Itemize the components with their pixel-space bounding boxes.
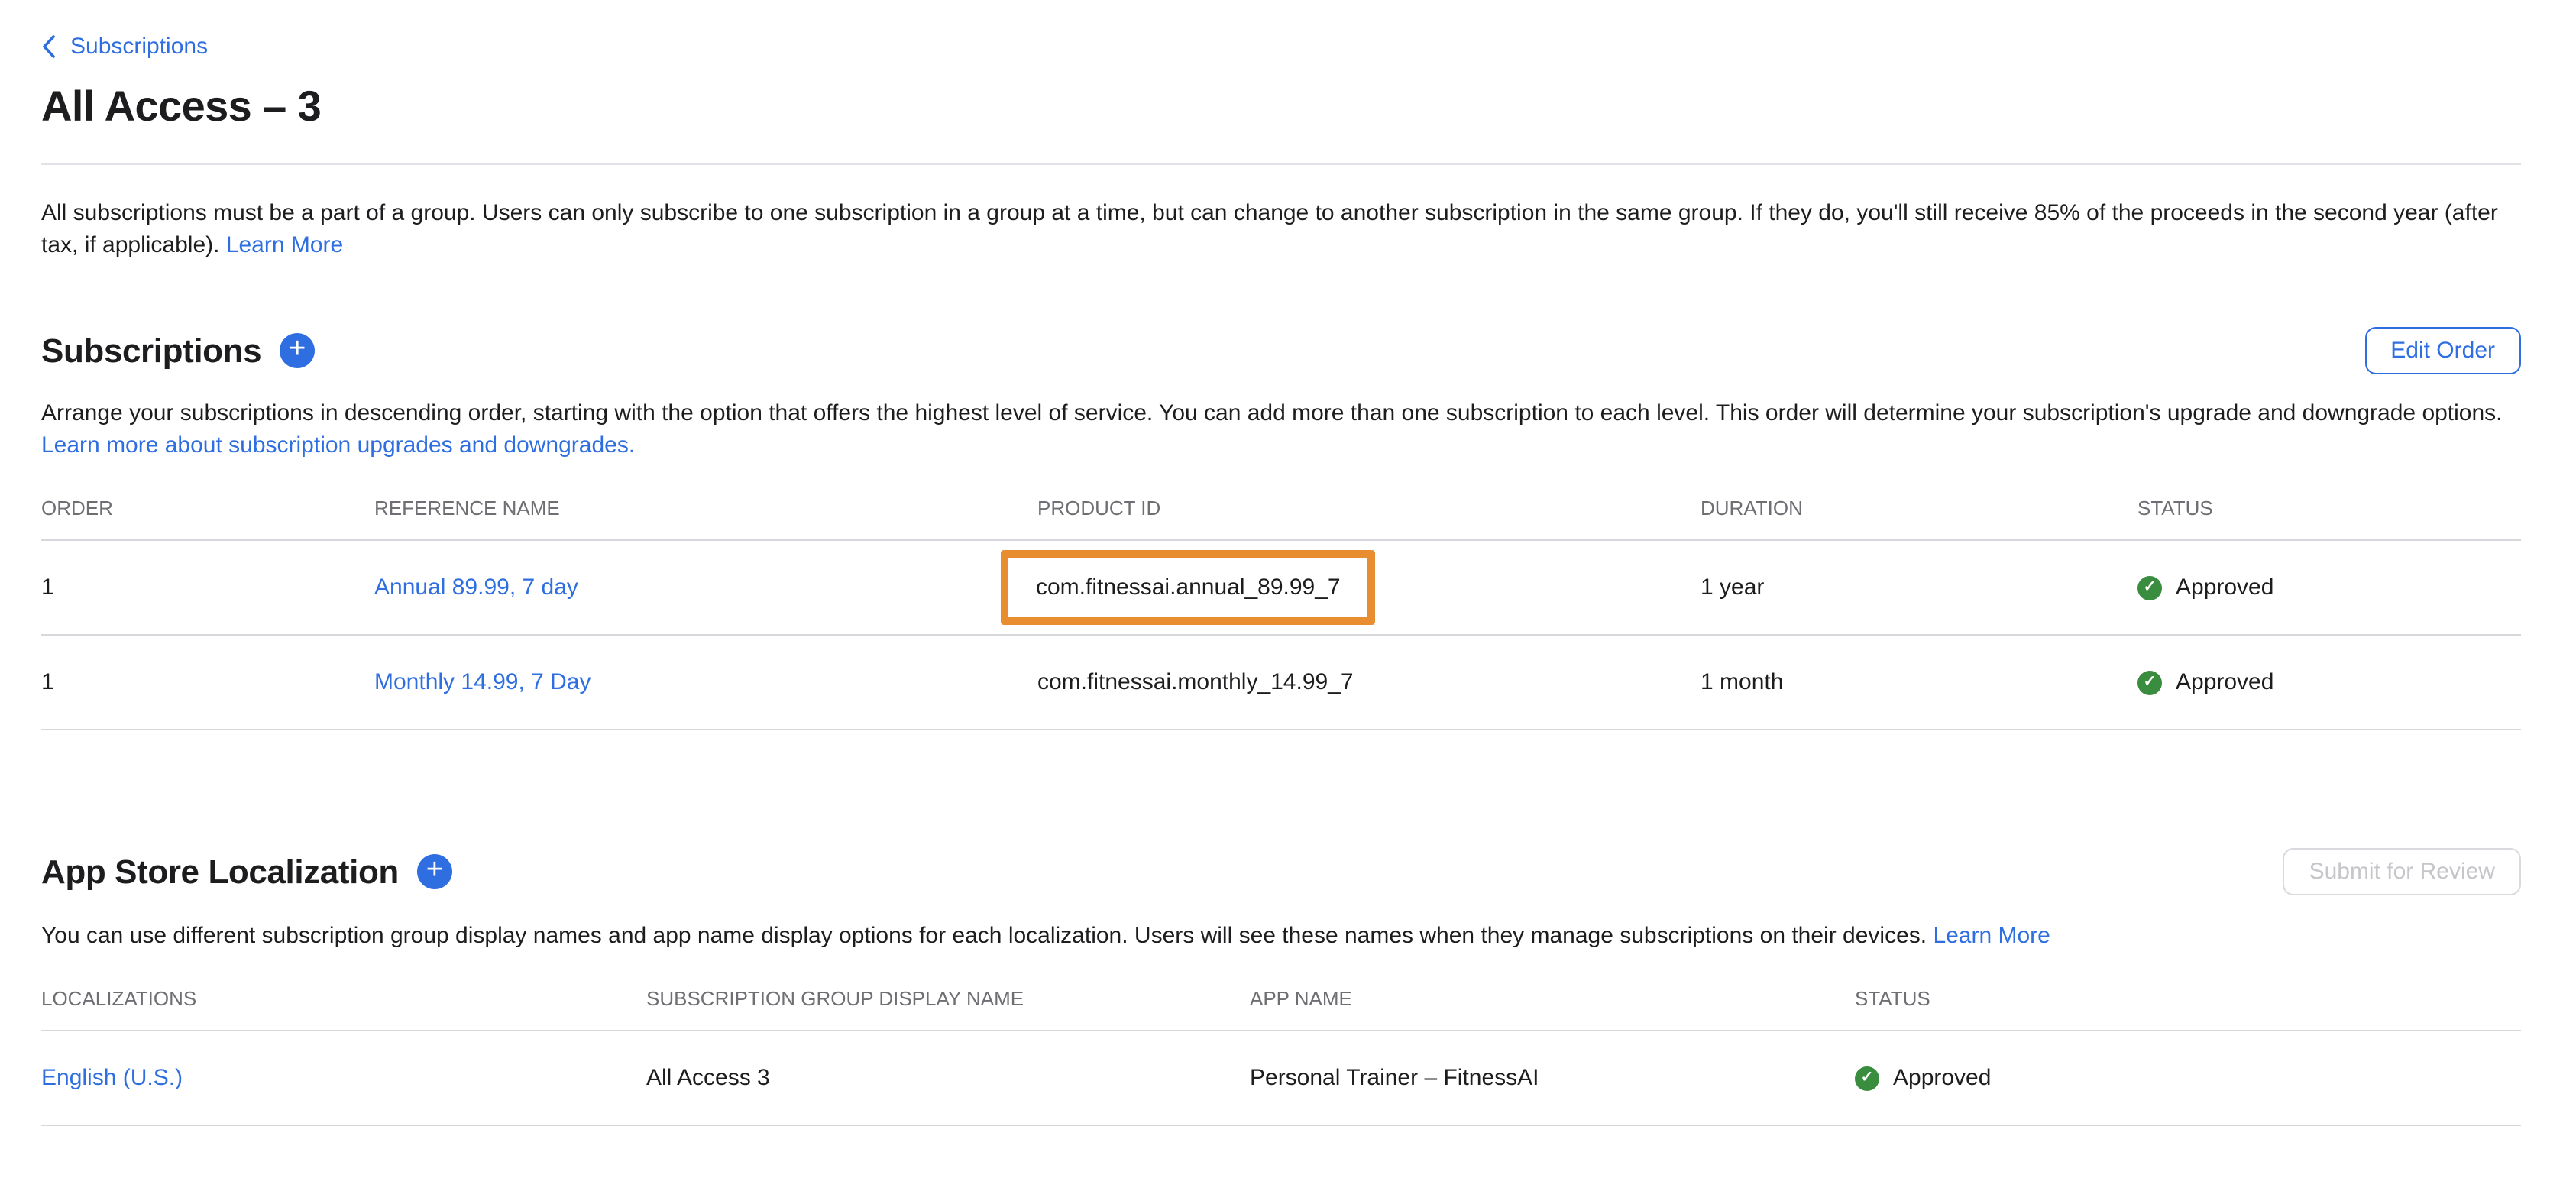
chevron-left-icon <box>41 35 55 58</box>
title-divider <box>41 163 2521 165</box>
status-label: Approved <box>2176 574 2273 600</box>
app-name-cell: Personal Trainer – FitnessAI <box>1250 1065 1855 1091</box>
approved-check-icon: ✓ <box>2137 670 2162 694</box>
localization-learn-more-link[interactable]: Learn More <box>1933 923 2050 949</box>
column-header-reference-name: REFERENCE NAME <box>374 497 1037 519</box>
subscriptions-heading: Subscriptions <box>41 331 261 371</box>
product-id-cell: com.fitnessai.annual_89.99_7 <box>1036 574 1341 600</box>
duration-cell: 1 year <box>1701 574 2137 600</box>
subscriptions-description-paragraph: Arrange your subscriptions in descending… <box>41 397 2521 461</box>
status-badge: ✓ Approved <box>1855 1065 2521 1091</box>
localization-description-text: You can use different subscription group… <box>41 923 1927 949</box>
column-header-duration: DURATION <box>1701 497 2137 519</box>
reference-name-link[interactable]: Monthly 14.99, 7 Day <box>374 669 591 695</box>
subscriptions-heading-group: Subscriptions + <box>41 331 315 371</box>
upgrades-downgrades-link[interactable]: Learn more about subscription upgrades a… <box>41 432 635 458</box>
table-row: English (U.S.) All Access 3 Personal Tra… <box>41 1031 2521 1126</box>
table-row: 1 Monthly 14.99, 7 Day com.fitnessai.mon… <box>41 636 2521 730</box>
reference-name-link[interactable]: Annual 89.99, 7 day <box>374 574 578 600</box>
approved-check-icon: ✓ <box>1855 1066 1879 1090</box>
localization-section-header: App Store Localization + Submit for Revi… <box>41 848 2521 895</box>
column-header-app-name: APP NAME <box>1250 987 1855 1010</box>
breadcrumb-label: Subscriptions <box>70 34 208 60</box>
display-name-cell: All Access 3 <box>646 1065 1250 1091</box>
plus-icon: + <box>426 856 443 885</box>
subscriptions-description-text: Arrange your subscriptions in descending… <box>41 400 2503 426</box>
submit-for-review-button[interactable]: Submit for Review <box>2283 848 2521 895</box>
edit-order-button[interactable]: Edit Order <box>2364 327 2521 374</box>
page: Subscriptions All Access – 3 All subscri… <box>0 0 2576 1204</box>
breadcrumb[interactable]: Subscriptions <box>41 0 208 60</box>
column-header-order: ORDER <box>41 497 374 519</box>
localization-heading: App Store Localization <box>41 852 399 892</box>
status-label: Approved <box>2176 669 2273 695</box>
status-badge: ✓ Approved <box>2137 669 2521 695</box>
order-cell: 1 <box>41 669 374 695</box>
product-id-highlight-box: com.fitnessai.annual_89.99_7 <box>1001 550 1376 625</box>
column-header-product-id: PRODUCT ID <box>1037 497 1701 519</box>
localization-table: LOCALIZATIONS SUBSCRIPTION GROUP DISPLAY… <box>41 987 2521 1126</box>
table-row: 1 Annual 89.99, 7 day com.fitnessai.annu… <box>41 541 2521 636</box>
content: Subscriptions All Access – 3 All subscri… <box>0 0 2576 1126</box>
duration-cell: 1 month <box>1701 669 2137 695</box>
subscriptions-section-header: Subscriptions + Edit Order <box>41 327 2521 374</box>
add-localization-button[interactable]: + <box>417 854 452 889</box>
subscriptions-table: ORDER REFERENCE NAME PRODUCT ID DURATION… <box>41 497 2521 730</box>
column-header-status: STATUS <box>1855 987 2521 1010</box>
column-header-localizations: LOCALIZATIONS <box>41 987 646 1010</box>
status-label: Approved <box>1893 1065 1991 1091</box>
intro-learn-more-link[interactable]: Learn More <box>226 232 343 258</box>
localization-description-paragraph: You can use different subscription group… <box>41 920 2521 952</box>
add-subscription-button[interactable]: + <box>280 333 315 368</box>
group-intro-paragraph: All subscriptions must be a part of a gr… <box>41 197 2521 261</box>
column-header-status: STATUS <box>2137 497 2521 519</box>
localization-heading-group: App Store Localization + <box>41 852 452 892</box>
subscriptions-table-header: ORDER REFERENCE NAME PRODUCT ID DURATION… <box>41 497 2521 541</box>
group-intro-text: All subscriptions must be a part of a gr… <box>41 200 2498 258</box>
status-badge: ✓ Approved <box>2137 574 2521 600</box>
localization-link[interactable]: English (U.S.) <box>41 1065 183 1091</box>
page-title: All Access – 3 <box>41 83 2521 131</box>
column-header-group-display-name: SUBSCRIPTION GROUP DISPLAY NAME <box>646 987 1250 1010</box>
plus-icon: + <box>289 335 306 364</box>
approved-check-icon: ✓ <box>2137 575 2162 600</box>
order-cell: 1 <box>41 574 374 600</box>
product-id-cell: com.fitnessai.monthly_14.99_7 <box>1037 669 1701 695</box>
localization-table-header: LOCALIZATIONS SUBSCRIPTION GROUP DISPLAY… <box>41 987 2521 1031</box>
